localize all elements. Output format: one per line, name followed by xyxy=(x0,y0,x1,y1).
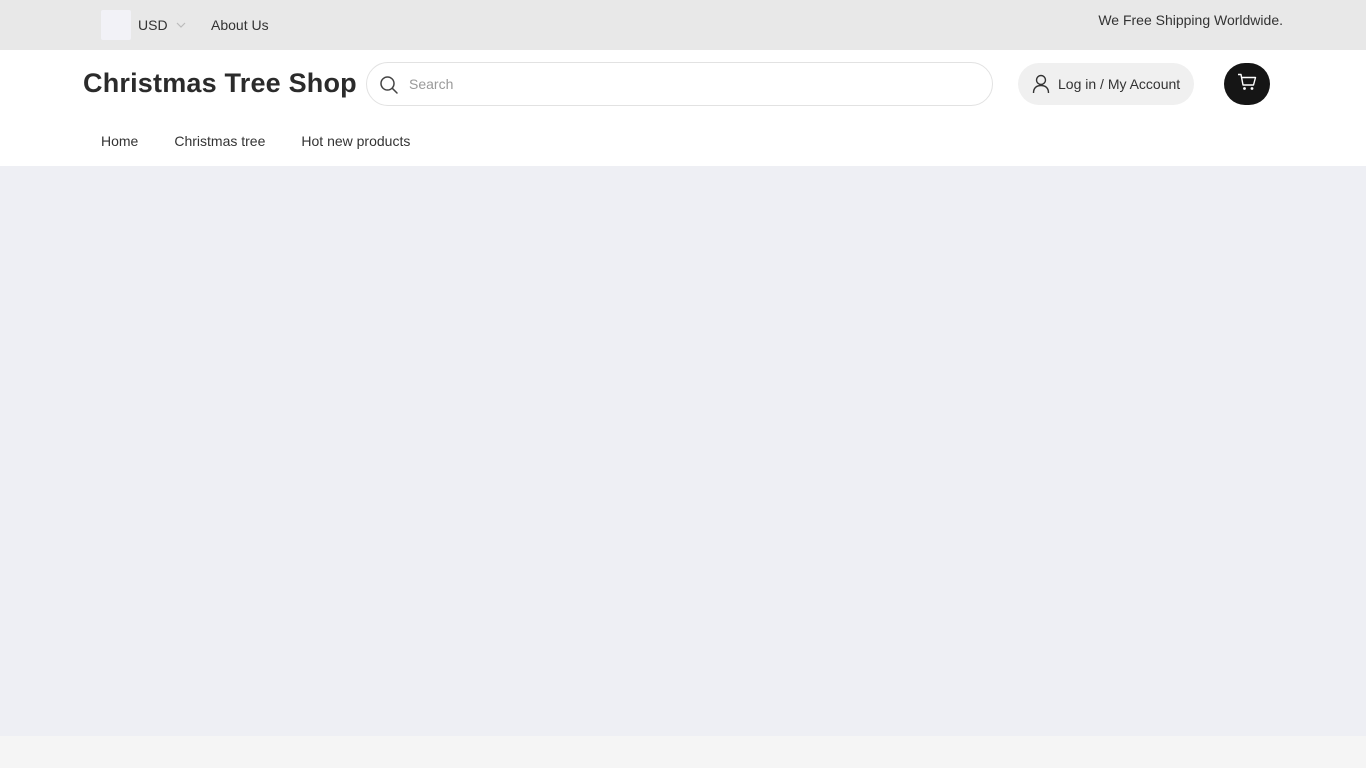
currency-flag-icon xyxy=(101,10,131,40)
shipping-notice: We Free Shipping Worldwide. xyxy=(1098,12,1283,28)
nav-item-christmas-tree[interactable]: Christmas tree xyxy=(174,133,265,149)
currency-selector[interactable]: USD xyxy=(101,10,186,40)
about-us-link[interactable]: About Us xyxy=(211,17,269,33)
top-bar: USD About Us We Free Shipping Worldwide. xyxy=(0,0,1366,50)
nav-item-hot-new-products[interactable]: Hot new products xyxy=(301,133,410,149)
site-logo[interactable]: Christmas Tree Shop xyxy=(83,68,357,99)
cart-icon xyxy=(1237,73,1257,96)
account-label: Log in / My Account xyxy=(1058,76,1181,92)
cart-button[interactable] xyxy=(1224,63,1270,105)
chevron-down-icon xyxy=(176,20,186,30)
account-button[interactable]: Log in / My Account xyxy=(1018,63,1194,105)
nav-item-home[interactable]: Home xyxy=(101,133,138,149)
site-header: Christmas Tree Shop Log in / My Account xyxy=(0,50,1366,166)
main-content-area xyxy=(0,166,1366,736)
search-bar xyxy=(366,62,993,106)
search-input[interactable] xyxy=(409,63,969,105)
main-navigation: Home Christmas tree Hot new products xyxy=(101,133,410,149)
user-icon xyxy=(1032,74,1050,94)
currency-label: USD xyxy=(138,17,168,33)
footer-strip xyxy=(0,736,1366,768)
search-icon[interactable] xyxy=(379,75,399,95)
